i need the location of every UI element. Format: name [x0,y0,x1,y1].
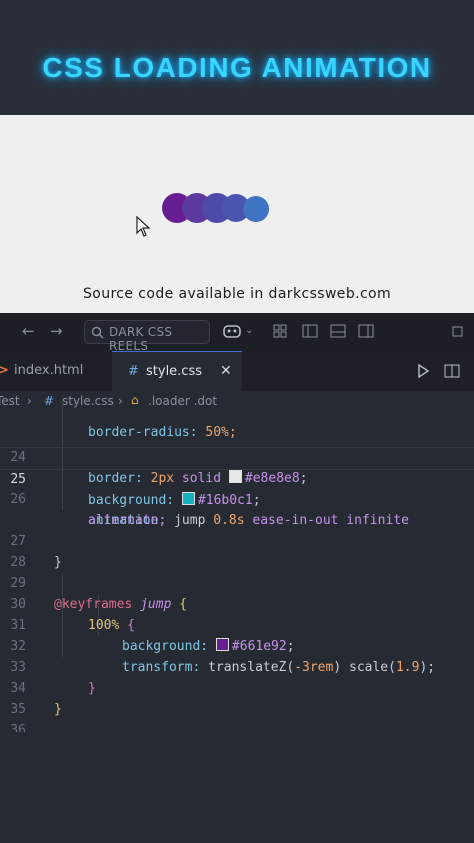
source-note: Source code available in darkcssweb.com [82,286,392,302]
tab-style-css[interactable]: # style.css ✕ [112,351,242,391]
code-line: 34 } [10,681,62,717]
run-icon[interactable] [416,364,430,378]
split-editor-icon[interactable] [444,364,460,378]
banner-title: CSS LOADING ANIMATION [42,52,432,83]
forward-arrow-icon[interactable]: → [50,324,63,339]
search-text: DARK CSS REELS [109,325,173,353]
code-editor[interactable]: border-radius: 50%; 24 border: 2px solid… [0,402,474,732]
maximize-icon[interactable] [452,326,463,337]
code-line: 26 animation: jump 0.8s ease-in-out infi… [10,492,409,528]
code-line: 32 transform: translateZ(-3rem) scale(1.… [10,639,436,675]
code-line: 27 } [10,534,62,570]
video-banner: CSS LOADING ANIMATION [0,0,474,115]
toggle-panel-icon[interactable] [330,324,346,338]
customize-layout-icon[interactable] [273,324,287,338]
copilot-icon[interactable] [222,322,242,340]
tab-label: index.html [14,363,84,378]
close-icon[interactable]: ✕ [220,363,232,379]
code-line: 24 border: 2px solid #e8e8e8; [10,450,308,486]
code-line: 29 @keyframes jump { [10,576,188,612]
command-center-search[interactable]: DARK CSS REELS [84,320,210,353]
code-line: border-radius: 50%; [88,425,237,440]
mouse-cursor-icon [136,216,151,237]
code-line: 33 } [10,660,96,696]
code-line: 30 100% { [10,597,135,633]
code-line: 31 background: #661e92; [10,618,295,654]
back-arrow-icon[interactable]: ← [22,324,35,339]
code-line: 35 [10,702,26,717]
search-icon [91,326,104,339]
tab-index-html[interactable]: > index.html [0,351,112,391]
toggle-secondary-sidebar-icon[interactable] [358,324,374,338]
toggle-sidebar-icon[interactable] [302,324,318,338]
code-line: 36 [10,723,26,732]
html-file-icon: > [0,363,9,378]
css-file-icon: # [128,364,139,379]
tab-label: style.css [146,364,202,379]
code-line: alternate; [88,513,167,528]
code-line: 37 [0,718,474,732]
code-line: 28 [10,555,26,570]
code-line-active: 25 background: #16b0c1; [0,447,474,508]
loader-dot-5 [243,196,269,222]
chevron-down-icon[interactable]: ⌄ [245,326,253,336]
